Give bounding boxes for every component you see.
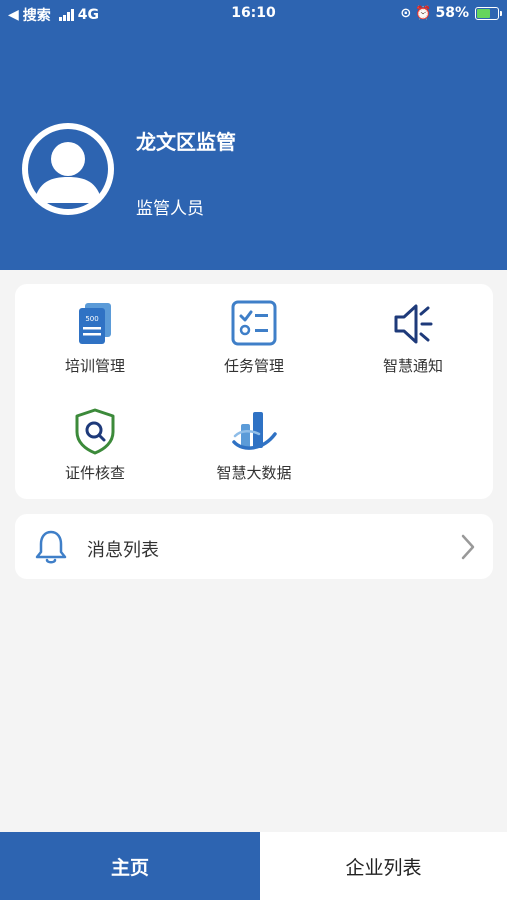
alarm-icon: ⏰ <box>415 5 432 21</box>
tab-company-list[interactable]: 企业列表 <box>260 832 507 900</box>
big-data-chart-icon <box>229 406 279 456</box>
avatar[interactable] <box>22 123 114 215</box>
shield-search-icon <box>70 406 120 456</box>
tab-home[interactable]: 主页 <box>0 832 260 900</box>
menu-item-tasks[interactable]: 任务管理 <box>189 299 319 376</box>
feature-grid: 500 培训管理 任务管理 智慧通知 证件核查 智慧大数据 <box>15 284 493 499</box>
orientation-lock-icon: ⊙ <box>400 5 412 21</box>
bell-icon <box>32 528 70 566</box>
status-bar: ◀ 搜索 4G 16:10 ⊙ ⏰ 58% <box>0 0 507 28</box>
training-book-icon: 500 <box>70 299 120 349</box>
chevron-right-icon <box>459 532 477 562</box>
menu-label-training: 培训管理 <box>64 357 125 375</box>
user-role: 监管人员 <box>136 199 204 219</box>
menu-label-tasks: 任务管理 <box>223 357 284 375</box>
message-list-label: 消息列表 <box>87 540 159 561</box>
profile-header: ◀ 搜索 4G 16:10 ⊙ ⏰ 58% 龙文区监管 监管人员 <box>0 0 507 270</box>
user-silhouette-icon <box>24 125 112 213</box>
menu-item-notifications[interactable]: 智慧通知 <box>348 299 478 376</box>
battery-icon <box>475 6 502 20</box>
menu-item-big-data[interactable]: 智慧大数据 <box>189 406 319 483</box>
menu-label-notifications: 智慧通知 <box>382 357 443 375</box>
user-name: 龙文区监管 <box>136 130 236 154</box>
bottom-tab-bar: 主页 企业列表 <box>0 832 507 900</box>
menu-label-certificate-check: 证件核查 <box>64 464 125 482</box>
speaker-icon <box>388 299 438 349</box>
book-number: 500 <box>85 315 98 323</box>
battery-percent: 58% <box>435 5 469 21</box>
message-list-row[interactable]: 消息列表 <box>15 514 493 579</box>
menu-item-certificate-check[interactable]: 证件核查 <box>30 406 160 483</box>
menu-label-big-data: 智慧大数据 <box>216 464 292 482</box>
task-checklist-icon <box>229 299 279 349</box>
menu-item-training[interactable]: 500 培训管理 <box>30 299 160 376</box>
